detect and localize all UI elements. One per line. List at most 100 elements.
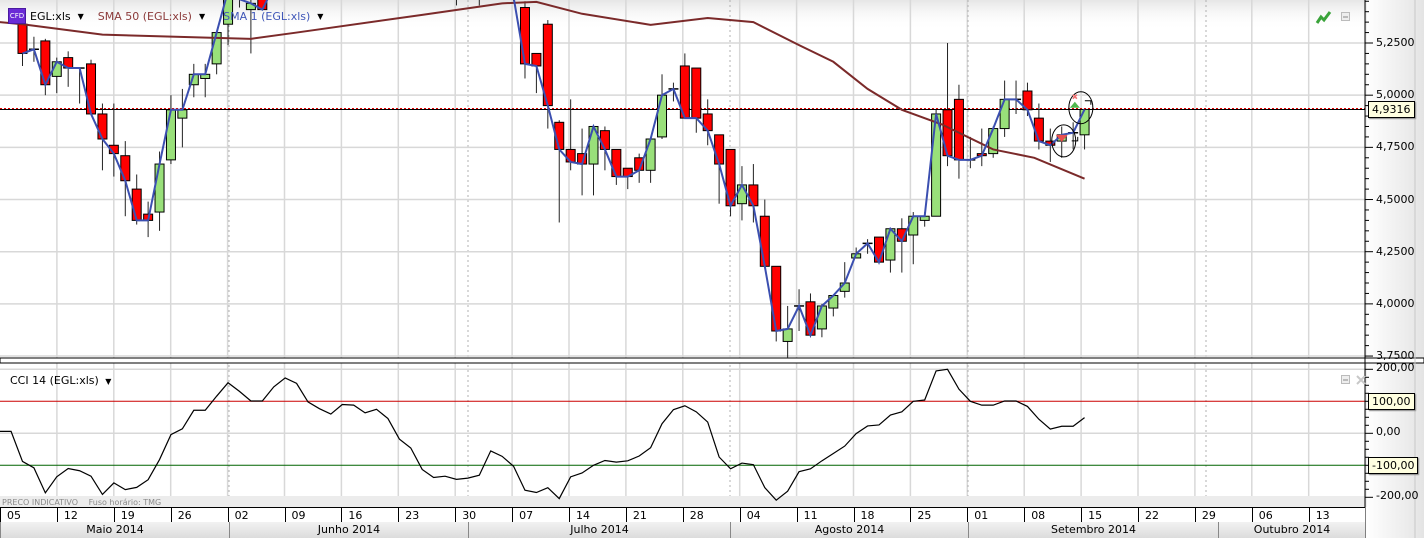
candle-body-down: [714, 134, 725, 165]
candle: [188, 63, 199, 98]
week-label: 14: [569, 508, 626, 523]
candle: [165, 95, 176, 165]
week-label: 01: [967, 508, 1024, 523]
month-label: Junho 2014: [229, 522, 468, 538]
candle-body-up: [782, 328, 793, 342]
month-label: Maio 2014: [0, 522, 229, 538]
week-label: 25: [910, 508, 967, 523]
candle: [896, 218, 907, 273]
week-label: 13: [1308, 508, 1366, 523]
candle: [816, 303, 827, 338]
candle: [839, 262, 850, 298]
week-label: 18: [853, 508, 911, 523]
candle-body-down: [805, 301, 816, 336]
week-label: 09: [284, 508, 342, 523]
week-label: 21: [625, 508, 683, 523]
month-label: Setembro 2014: [968, 522, 1218, 538]
price-axis-label: 4,7500: [1376, 140, 1415, 154]
cci-legend: CCI 14 (EGL:xls) ▼: [10, 374, 111, 387]
candle-body-down: [953, 98, 964, 161]
month-axis: Maio 2014 Junho 2014 Julho 2014 Agosto 2014…: [0, 522, 1365, 538]
candle-body-down: [748, 184, 759, 207]
panel-divider: [0, 357, 1424, 364]
cci-axis-label: -200,00: [1376, 489, 1419, 503]
symbol-label[interactable]: EGL:xls: [30, 10, 71, 23]
cci-close-icon[interactable]: [1356, 375, 1366, 385]
price-axis-label: 3,7500: [1376, 349, 1415, 363]
candle-body-up: [177, 109, 188, 119]
sma1-label[interactable]: SMA 1 (EGL:xls): [223, 10, 310, 23]
signal-tick: [1084, 100, 1092, 105]
price-axis-label: 5,2500: [1376, 36, 1415, 49]
chart-canvas[interactable]: [0, 0, 1424, 538]
cci-label[interactable]: CCI 14 (EGL:xls): [10, 374, 99, 387]
symbol-dropdown-icon[interactable]: ▼: [78, 12, 84, 21]
week-label: 11: [796, 508, 854, 523]
candle-body-down: [531, 52, 542, 67]
candle-body-down: [131, 188, 142, 221]
week-label: 19: [113, 508, 171, 523]
week-label: 29: [1194, 508, 1252, 523]
week-label: 07: [512, 508, 569, 523]
candle-body-up: [931, 113, 942, 217]
candle-body-down: [519, 7, 530, 65]
candle-body-down: [97, 113, 108, 140]
sma50-label[interactable]: SMA 50 (EGL:xls): [98, 10, 192, 23]
candle: [782, 305, 793, 358]
price-axis-label: 5,0000: [1376, 88, 1415, 102]
candle-body-down: [942, 109, 953, 157]
candle-body-down: [599, 130, 610, 150]
candle: [645, 136, 656, 183]
price-axis-label: 4,2500: [1376, 244, 1415, 258]
candle-body-down: [771, 265, 782, 332]
footer-note: PRECO INDICATIVO Fuso horário: TMG: [2, 498, 169, 507]
window-restore-icon[interactable]: [1341, 12, 1351, 22]
candle-body-up: [165, 109, 176, 161]
cci-restore-icon[interactable]: [1341, 375, 1351, 385]
chart-line-icon[interactable]: [1315, 9, 1333, 25]
cci-axis-label: 0,00: [1376, 425, 1401, 439]
week-label: 05: [0, 508, 57, 523]
candle-body-down: [611, 148, 622, 178]
cci-level-tag: 100,00: [1368, 393, 1415, 411]
candle: [759, 199, 770, 269]
candle-body-up: [1079, 108, 1090, 136]
candle-body-up: [908, 215, 919, 236]
candle-body-down: [86, 63, 97, 115]
candle-body-up: [736, 184, 747, 205]
sma1-dropdown-icon[interactable]: ▼: [317, 12, 323, 21]
candle: [736, 166, 747, 221]
week-label: 30: [455, 508, 512, 523]
price-axis-label: 4,5000: [1376, 192, 1415, 206]
week-label: 08: [1024, 508, 1081, 523]
candle: [805, 293, 816, 338]
candle: [748, 164, 759, 223]
candle-body-up: [154, 163, 165, 213]
candle-body-down: [691, 67, 702, 119]
cci-axis-label: 200,00: [1376, 361, 1415, 375]
week-label: 23: [398, 508, 455, 523]
candle: [200, 63, 211, 98]
candle-body-down: [565, 148, 576, 163]
price-legend: CFD EGL:xls ▼ SMA 50 (EGL:xls) ▼ SMA 1 (…: [8, 8, 323, 24]
candle: [108, 103, 119, 177]
candle: [622, 167, 633, 190]
candle-body-up: [816, 305, 827, 330]
week-label: 02: [227, 508, 285, 523]
timezone-note: Fuso horário: TMG: [88, 498, 162, 507]
sma50-dropdown-icon[interactable]: ▼: [199, 12, 205, 21]
month-label: Agosto 2014: [730, 522, 968, 538]
month-label: Outubro 2014: [1218, 522, 1365, 538]
candle: [86, 59, 97, 115]
cci-dropdown-icon[interactable]: ▼: [105, 377, 111, 386]
candle-body-up: [999, 98, 1010, 130]
week-label: 06: [1251, 508, 1309, 523]
candle: [17, 20, 28, 66]
sma1-line: [22, 0, 1086, 338]
candle: [1056, 126, 1067, 158]
current-price-tag: 4,9316: [1368, 101, 1415, 118]
trading-chart-window: CFD EGL:xls ▼ SMA 50 (EGL:xls) ▼ SMA 1 (…: [0, 0, 1424, 538]
candle-body-down: [759, 215, 770, 267]
candle: [794, 289, 805, 332]
week-label: 15: [1081, 508, 1138, 523]
